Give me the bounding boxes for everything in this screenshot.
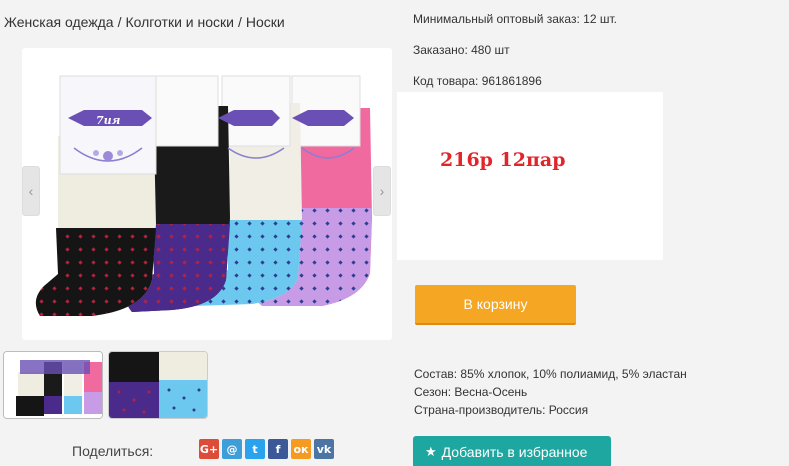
composition-text: Состав: 85% хлопок, 10% полиамид, 5% эла… (414, 367, 687, 381)
product-page: Женская одежда / Колготки и носки / Носки (0, 0, 789, 466)
breadcrumb-separator: / (117, 14, 122, 30)
pack-brand-text: 7ия (96, 114, 121, 127)
product-code-text: Код товара: 961861896 (413, 74, 542, 88)
add-to-favorites-button[interactable]: ★ Добавить в избранное (413, 436, 611, 466)
google-plus-icon[interactable]: G+ (199, 439, 219, 459)
vkontakte-icon[interactable]: vk (314, 439, 334, 459)
socks-photo (35, 75, 372, 316)
share-label: Поделиться: (72, 443, 154, 459)
gallery-thumbnail-1[interactable] (3, 351, 103, 419)
breadcrumb-link-hosiery[interactable]: Колготки и носки (125, 14, 234, 30)
price-text: 216р 12пар (440, 149, 566, 171)
gallery-thumbnail-2[interactable] (108, 351, 208, 419)
email-icon[interactable]: @ (222, 439, 242, 459)
add-to-favorites-label: Добавить в избранное (441, 444, 588, 460)
share-icons: G+ @ t f ок vk (199, 439, 334, 459)
chevron-left-icon: ‹ (28, 183, 34, 199)
product-main-photo[interactable]: 7ия (22, 48, 392, 340)
gallery-prev-button[interactable]: ‹ (22, 166, 40, 216)
ordered-count-text: Заказано: 480 шт (413, 43, 510, 57)
chevron-right-icon: › (379, 183, 385, 199)
breadcrumb-separator: / (237, 14, 242, 30)
season-text: Сезон: Весна-Осень (414, 385, 528, 399)
price-box: 216р 12пар (397, 92, 663, 260)
twitter-icon[interactable]: t (245, 439, 265, 459)
breadcrumb: Женская одежда / Колготки и носки / Носки (4, 14, 285, 30)
facebook-icon[interactable]: f (268, 439, 288, 459)
thumbnail-image (4, 352, 102, 418)
odnoklassniki-icon[interactable]: ок (291, 439, 311, 459)
star-icon: ★ (425, 444, 437, 460)
country-text: Страна-производитель: Россия (414, 403, 589, 417)
gallery-next-button[interactable]: › (373, 166, 391, 216)
add-to-cart-button[interactable]: В корзину (415, 285, 576, 325)
thumbnail-image (109, 352, 207, 418)
min-order-text: Минимальный оптовый заказ: 12 шт. (413, 12, 617, 26)
breadcrumb-link-women[interactable]: Женская одежда (4, 14, 114, 30)
breadcrumb-link-socks[interactable]: Носки (246, 14, 285, 30)
